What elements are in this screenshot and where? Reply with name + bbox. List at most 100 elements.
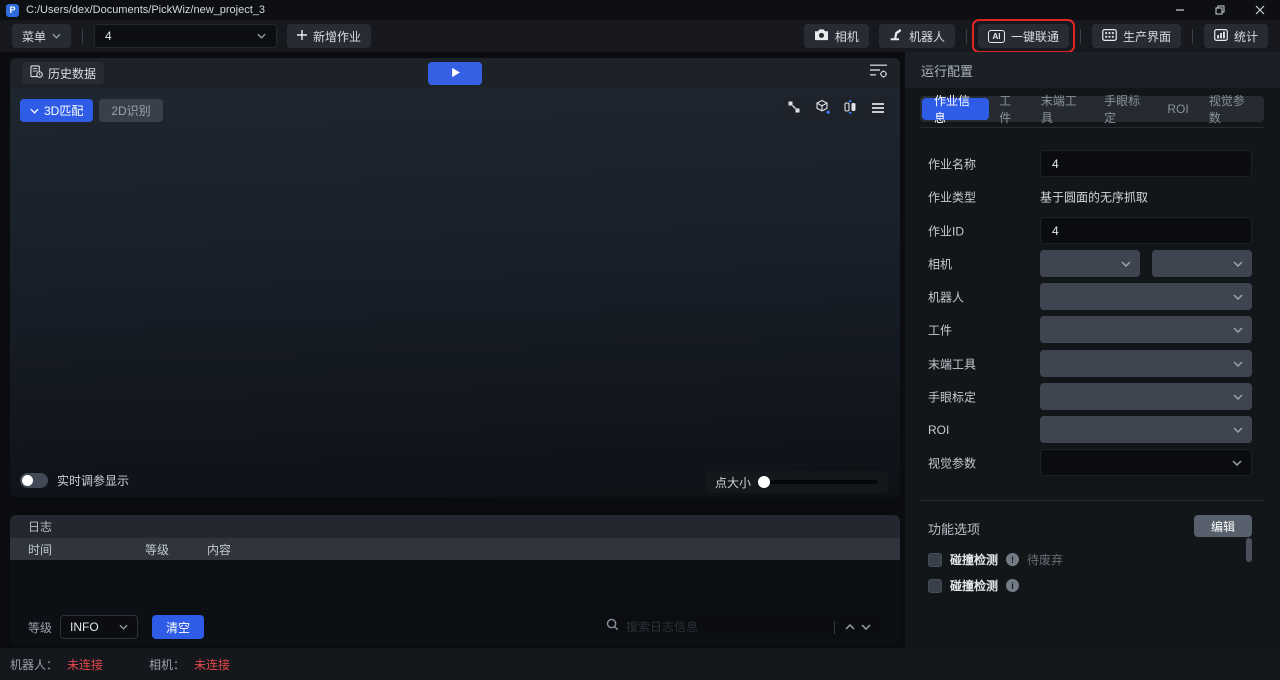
toolbar-divider — [965, 28, 967, 44]
3d-viewport[interactable]: 3D匹配 2D识别 实时调参显示 点大小 — [10, 88, 900, 497]
workpiece-select[interactable] — [1040, 316, 1252, 343]
chevron-down-icon — [1233, 326, 1243, 333]
end-tool-select[interactable] — [1040, 350, 1252, 377]
camera-select-2[interactable] — [1152, 250, 1252, 277]
ai-badge-icon: AI — [987, 29, 1005, 43]
job-select-dropdown[interactable]: 4 — [94, 24, 278, 48]
chevron-down-icon — [1233, 360, 1243, 367]
tab-workpiece[interactable]: 工件 — [989, 94, 1031, 125]
play-icon — [450, 65, 461, 83]
restore-button[interactable] — [1200, 0, 1240, 20]
search-prev-button[interactable] — [842, 624, 858, 630]
viewport-panel: 历史数据 3D匹配 2D识别 实时调参显示 点大小 — [10, 58, 900, 497]
form-row-camera: 相机 — [905, 250, 1280, 277]
viewport-toolbar — [781, 97, 890, 122]
point-size-slider[interactable] — [758, 476, 878, 488]
vision-params-select[interactable] — [1040, 449, 1252, 476]
job-id-input[interactable] — [1040, 217, 1252, 244]
roi-field-label: ROI — [928, 422, 950, 437]
form-row-job-id: 作业ID — [905, 217, 1280, 244]
plus-icon — [297, 29, 308, 43]
tab-end-tool[interactable]: 末端工具 — [1031, 94, 1094, 125]
app-logo-icon: P — [6, 3, 19, 17]
capture-pointcloud-button[interactable] — [809, 97, 834, 122]
robot-select[interactable] — [1040, 283, 1252, 310]
log-level-value: INFO — [70, 620, 99, 634]
form-row-end-tool: 末端工具 — [905, 350, 1280, 377]
production-ui-label: 生产界面 — [1122, 29, 1171, 44]
camera-field-label: 相机 — [928, 257, 953, 271]
edit-options-button[interactable]: 编辑 — [1194, 515, 1252, 537]
roi-select[interactable] — [1040, 416, 1252, 443]
production-ui-button[interactable]: 生产界面 — [1091, 24, 1181, 48]
camera-status-label: 相机： — [149, 657, 186, 672]
collision-checkbox-2[interactable] — [928, 578, 942, 593]
realtime-tuning-row: 实时调参显示 — [20, 472, 129, 489]
chevron-down-icon — [52, 33, 61, 39]
view-menu-button[interactable] — [865, 97, 890, 122]
add-job-button[interactable]: 新增作业 — [287, 24, 372, 48]
camera-status-value: 未连接 — [194, 657, 231, 672]
point-size-label: 点大小 — [715, 475, 752, 490]
search-next-button[interactable] — [858, 624, 874, 630]
chevron-down-icon — [1233, 293, 1243, 300]
log-search-box — [598, 615, 882, 639]
slider-handle[interactable] — [758, 476, 771, 488]
function-options-title: 功能选项 — [928, 522, 981, 537]
menu-button[interactable]: 菜单 — [12, 24, 72, 48]
one-key-connect-button[interactable]: AI 一键联通 — [977, 24, 1069, 48]
scrollbar-thumb[interactable] — [1246, 538, 1252, 562]
history-icon — [30, 65, 43, 81]
split-view-button[interactable] — [837, 97, 862, 122]
form-row-job-type: 作业类型 基于圆面的无序抓取 — [905, 183, 1280, 210]
cube-add-icon — [814, 99, 830, 120]
minimize-button[interactable] — [1160, 0, 1200, 20]
log-clear-button[interactable]: 清空 — [152, 615, 205, 639]
run-config-title: 运行配置 — [905, 52, 1280, 88]
title-bar: P C:/Users/dex/Documents/PickWiz/new_pro… — [0, 0, 1280, 20]
run-button[interactable] — [428, 62, 482, 85]
camera-select-1[interactable] — [1040, 250, 1140, 277]
form-row-roi: ROI — [905, 416, 1280, 443]
close-button[interactable] — [1240, 0, 1280, 20]
collision-checkbox-1[interactable] — [928, 552, 942, 567]
tab-roi[interactable]: ROI — [1157, 98, 1198, 120]
log-table-body[interactable] — [10, 560, 900, 615]
tab-3d-match[interactable]: 3D匹配 — [20, 99, 94, 122]
history-data-label: 历史数据 — [48, 66, 97, 81]
robot-button[interactable]: 机器人 — [878, 24, 955, 48]
statistics-button[interactable]: 统计 — [1203, 24, 1268, 48]
display-settings-button[interactable] — [869, 63, 888, 83]
tab-2d-recognition-label: 2D识别 — [111, 104, 151, 118]
warning-icon: ! — [1006, 553, 1020, 566]
log-level-select[interactable]: INFO — [60, 615, 139, 639]
measure-polyline-button[interactable] — [781, 97, 806, 122]
hand-eye-select[interactable] — [1040, 383, 1252, 410]
toggle-knob — [22, 475, 33, 486]
history-data-button[interactable]: 历史数据 — [22, 62, 105, 84]
split-view-icon — [842, 99, 858, 120]
add-job-label: 新增作业 — [313, 29, 362, 44]
log-search-input[interactable] — [626, 620, 827, 634]
tab-job-info[interactable]: 作业信息 — [922, 94, 990, 125]
tab-2d-recognition[interactable]: 2D识别 — [99, 99, 163, 122]
chevron-down-icon — [1233, 260, 1243, 267]
camera-button[interactable]: 相机 — [803, 24, 869, 48]
job-name-input[interactable] — [1040, 150, 1252, 177]
deprecated-badge: 待废弃 — [1027, 553, 1064, 567]
log-table-header: 时间 等级 内容 — [10, 538, 900, 560]
toolbar-divider — [1191, 28, 1193, 44]
log-panel: 日志 时间 等级 内容 等级 INFO 清空 — [10, 515, 900, 645]
robot-status-value: 未连接 — [67, 657, 104, 672]
camera-icon — [814, 28, 829, 44]
filter-settings-icon — [869, 63, 888, 83]
realtime-tuning-toggle[interactable] — [20, 473, 48, 488]
tab-hand-eye-calibration[interactable]: 手眼标定 — [1094, 94, 1157, 125]
log-col-content: 内容 — [207, 542, 232, 557]
main-toolbar: 菜单 4 新增作业 相机 机器人 AI 一键联通 生产界面 统计 — [0, 19, 1280, 53]
tab-vision-params[interactable]: 视觉参数 — [1199, 94, 1262, 125]
point-size-control: 点大小 — [705, 471, 888, 493]
info-icon: i — [1006, 579, 1020, 592]
job-select-value: 4 — [105, 29, 112, 43]
form-row-workpiece: 工件 — [905, 316, 1280, 343]
